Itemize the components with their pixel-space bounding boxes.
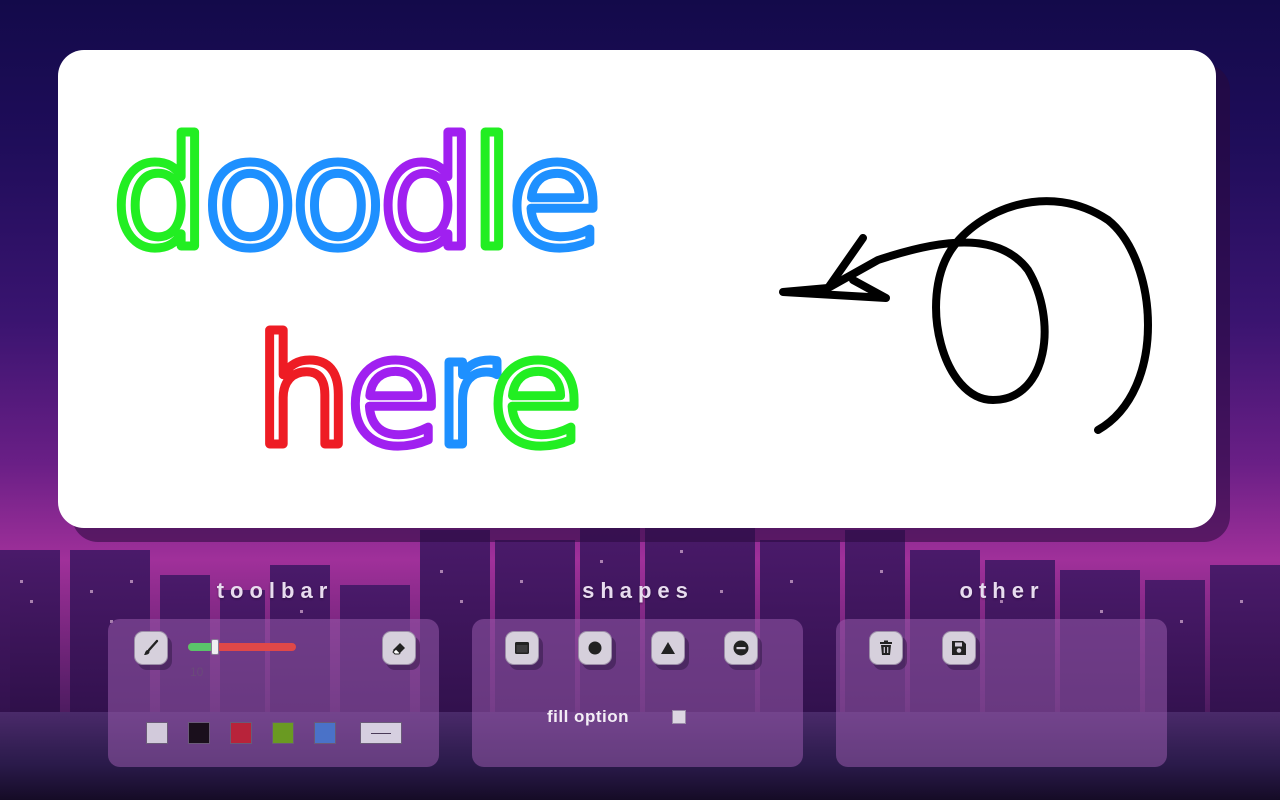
circle-button[interactable] bbox=[578, 631, 612, 665]
other-panel bbox=[836, 619, 1167, 767]
trash-icon bbox=[880, 640, 892, 655]
doodle-letter: e bbox=[509, 108, 597, 282]
fill-option-checkbox[interactable] bbox=[672, 710, 686, 724]
doodle-letter: r bbox=[435, 306, 497, 480]
clear-button[interactable] bbox=[869, 631, 903, 665]
line-icon bbox=[733, 640, 749, 656]
doodle-letter: h bbox=[256, 306, 347, 480]
color-swatch[interactable] bbox=[146, 722, 168, 744]
fill-option-label: fill option bbox=[547, 707, 629, 726]
line-style-button[interactable] bbox=[360, 722, 402, 744]
brush-size-value: 10 bbox=[190, 665, 204, 679]
color-swatch[interactable] bbox=[230, 722, 252, 744]
doodle-drawing: doodle here bbox=[109, 104, 1152, 485]
shapes-panel: fill option bbox=[472, 619, 803, 767]
drawing-canvas[interactable]: doodle here bbox=[58, 50, 1216, 528]
doodle-letter: d bbox=[113, 108, 204, 282]
color-swatch[interactable] bbox=[314, 722, 336, 744]
doodle-letter: l bbox=[471, 108, 509, 282]
arrow-scribble bbox=[779, 197, 1152, 434]
line-style-icon bbox=[371, 732, 391, 734]
line-button[interactable] bbox=[724, 631, 758, 665]
doodle-letter: d bbox=[380, 108, 471, 282]
eraser-icon bbox=[392, 643, 405, 655]
rectangle-button[interactable] bbox=[505, 631, 539, 665]
color-swatch[interactable] bbox=[272, 722, 294, 744]
other-title: other bbox=[959, 578, 1045, 603]
triangle-button[interactable] bbox=[651, 631, 685, 665]
brush-button[interactable] bbox=[134, 631, 168, 665]
save-button[interactable] bbox=[942, 631, 976, 665]
circle-icon bbox=[588, 641, 602, 655]
color-swatch[interactable] bbox=[188, 722, 210, 744]
shapes-title: shapes bbox=[582, 578, 694, 603]
doodle-letter: o bbox=[204, 108, 292, 282]
brush-icon bbox=[144, 639, 159, 655]
triangle-icon bbox=[661, 642, 675, 654]
doodle-letter: o bbox=[292, 108, 380, 282]
eraser-button[interactable] bbox=[382, 631, 416, 665]
rectangle-icon bbox=[515, 642, 529, 654]
doodle-letter: e bbox=[347, 306, 435, 480]
save-icon bbox=[952, 641, 966, 655]
doodle-letter: e bbox=[490, 306, 578, 480]
toolbar-title: toolbar bbox=[216, 578, 334, 603]
doodle-text-line2: here bbox=[256, 306, 578, 480]
brush-size-slider[interactable] bbox=[188, 639, 296, 655]
brush-size-knob[interactable] bbox=[211, 639, 219, 655]
doodle-text-line1: doodle bbox=[113, 108, 597, 282]
toolbar-panel: 10 bbox=[108, 619, 439, 767]
